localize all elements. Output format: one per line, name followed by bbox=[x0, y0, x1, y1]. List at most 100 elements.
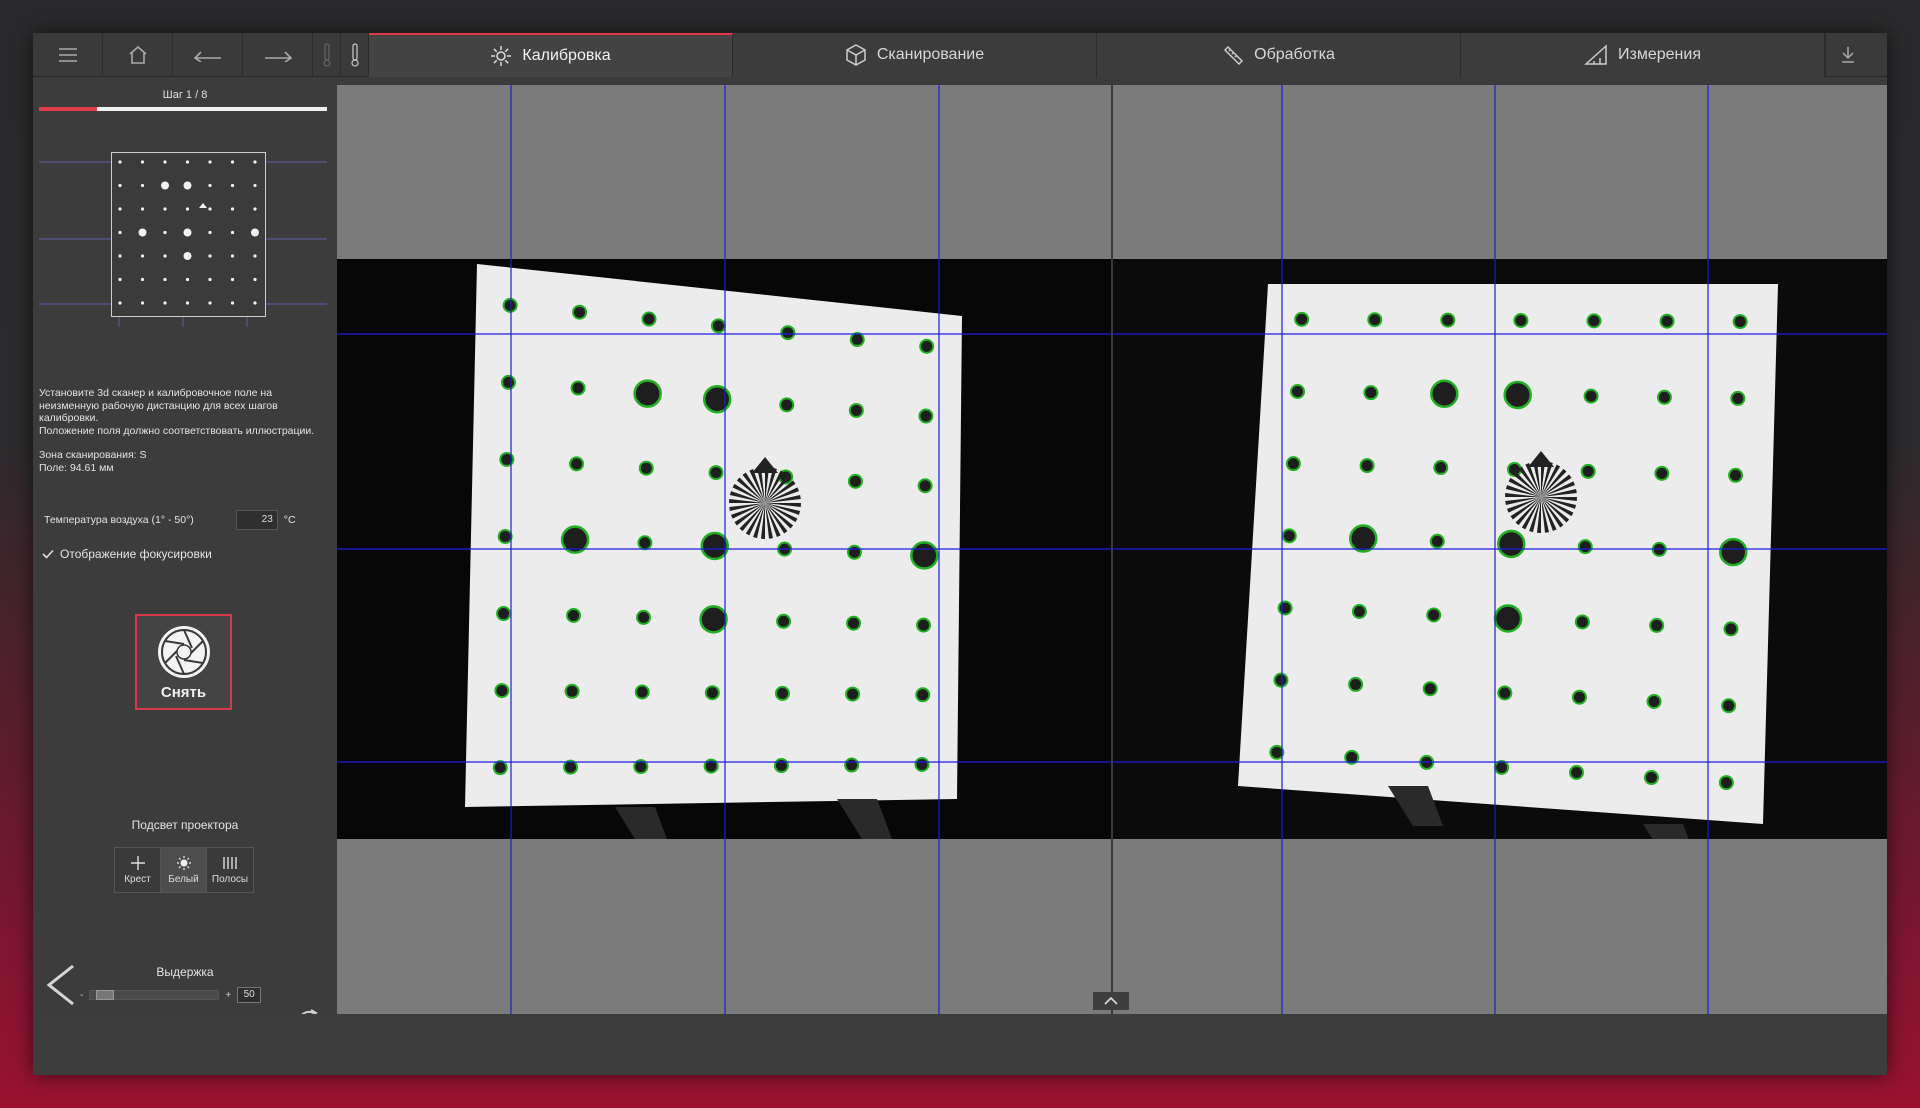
thumb-dot bbox=[163, 254, 167, 258]
thumb-dot bbox=[183, 181, 192, 190]
capture-button-label: Снять bbox=[160, 683, 207, 701]
field-size-line: Поле: 94.61 мм bbox=[39, 461, 114, 474]
thumb-dot bbox=[138, 228, 147, 237]
thumb-dot bbox=[140, 183, 145, 188]
instruction-line: Положение поля должно соответствовать ил… bbox=[39, 424, 315, 437]
focus-display-label: Отображение фокусировки bbox=[60, 547, 212, 561]
tab-processing[interactable]: Обработка bbox=[1097, 33, 1461, 77]
thumb-dot bbox=[163, 230, 167, 235]
thumb-dot bbox=[183, 228, 192, 237]
thumb-dot bbox=[163, 277, 167, 282]
sun-icon bbox=[176, 856, 191, 870]
calibration-plate-thumbnail bbox=[111, 152, 266, 317]
menu-button[interactable] bbox=[33, 33, 103, 77]
thumb-dot bbox=[185, 277, 190, 282]
thumb-dot bbox=[118, 183, 122, 188]
thumb-dot bbox=[163, 160, 167, 164]
exposure-increase-button[interactable]: + bbox=[225, 990, 231, 1001]
thumb-dot bbox=[185, 207, 190, 211]
thumb-dot bbox=[230, 183, 235, 188]
cube-icon bbox=[846, 44, 866, 66]
thumb-dot bbox=[208, 160, 212, 164]
thumb-dot bbox=[253, 183, 257, 188]
undo-button[interactable] bbox=[173, 33, 243, 77]
calibration-illustration bbox=[39, 152, 327, 327]
temperature-input[interactable]: 23 bbox=[235, 510, 278, 530]
checkmark-icon bbox=[42, 549, 54, 559]
exposure-decrease-button[interactable]: - bbox=[80, 990, 83, 1001]
thumb-dot bbox=[118, 160, 122, 164]
tab-scanning-label: Сканирование bbox=[876, 46, 985, 63]
undo-icon bbox=[193, 51, 221, 62]
aperture-icon bbox=[157, 625, 210, 678]
home-button[interactable] bbox=[103, 33, 173, 77]
thumb-dot bbox=[161, 181, 169, 190]
thumb-dot bbox=[140, 254, 145, 258]
tab-processing-label: Обработка bbox=[1254, 46, 1335, 63]
capture-button[interactable]: Снять bbox=[135, 614, 232, 710]
camera-divider bbox=[1111, 85, 1113, 1014]
projector-cross-button[interactable]: Крест bbox=[115, 848, 161, 892]
download-button[interactable] bbox=[1825, 33, 1869, 77]
thumb-dot bbox=[230, 207, 235, 211]
thumb-dot bbox=[230, 230, 235, 235]
scan-zone-info: Зона сканирования: S Поле: 94.61 мм bbox=[39, 449, 146, 474]
redo-icon bbox=[264, 51, 292, 62]
temperature-high-indicator bbox=[341, 33, 369, 77]
temperature-row: Температура воздуха (1° - 50°) 23 °C bbox=[44, 509, 329, 531]
top-toolbar: Калибровка Сканирование Обработка Измере… bbox=[33, 33, 1887, 77]
thumb-dot bbox=[140, 207, 145, 211]
stripes-icon bbox=[223, 857, 237, 869]
thumb-dot bbox=[230, 301, 235, 305]
thumb-dot bbox=[253, 254, 257, 258]
thumb-dot bbox=[118, 301, 122, 305]
calibration-sidebar: Шаг 1 / 8 Установите 3d сканер и калибро… bbox=[33, 77, 337, 1075]
projector-cross-label: Крест bbox=[124, 874, 151, 885]
thumb-dot bbox=[118, 254, 122, 258]
projector-stripes-label: Полосы bbox=[211, 874, 249, 885]
instruction-line: калибровки. bbox=[39, 412, 99, 424]
camera-viewer bbox=[337, 85, 1887, 1014]
exposure-title: Выдержка bbox=[156, 965, 214, 979]
tab-calibration-label: Калибровка bbox=[522, 47, 611, 64]
menu-icon bbox=[58, 48, 77, 62]
cross-icon bbox=[130, 856, 145, 870]
chevron-up-icon bbox=[1104, 997, 1118, 1005]
exposure-slider-handle[interactable] bbox=[95, 990, 114, 1000]
thumb-dot bbox=[118, 277, 122, 282]
triangle-ruler-icon bbox=[1584, 44, 1607, 65]
step-progress-fill bbox=[39, 107, 97, 111]
focus-display-checkbox[interactable]: Отображение фокусировки bbox=[42, 547, 212, 561]
instructions-text: Установите 3d сканер и калибровочное пол… bbox=[39, 387, 335, 437]
thumb-dot bbox=[140, 301, 145, 305]
thumb-dot bbox=[183, 252, 192, 260]
thumb-dot bbox=[163, 207, 167, 211]
tab-scanning[interactable]: Сканирование bbox=[733, 33, 1097, 77]
thumb-dot bbox=[208, 207, 212, 211]
projector-white-button[interactable]: Белый bbox=[161, 848, 207, 892]
tab-measurements-label: Измерения bbox=[1618, 46, 1701, 63]
projector-stripes-button[interactable]: Полосы bbox=[207, 848, 253, 892]
tab-measurements[interactable]: Измерения bbox=[1461, 33, 1825, 77]
expand-panel-button[interactable] bbox=[1093, 992, 1129, 1010]
thumb-dot bbox=[251, 228, 259, 237]
bottom-panel bbox=[33, 1014, 1887, 1075]
thumb-marker bbox=[199, 203, 207, 208]
thumb-dot bbox=[253, 207, 257, 211]
step-progress-bar bbox=[39, 107, 327, 111]
thumb-dot bbox=[230, 254, 235, 258]
exposure-slider[interactable] bbox=[89, 990, 220, 1000]
thumb-dot bbox=[253, 301, 257, 305]
thumb-dot bbox=[253, 160, 257, 164]
tab-calibration[interactable]: Калибровка bbox=[369, 33, 733, 77]
thumb-dot bbox=[163, 301, 167, 305]
exposure-value-input[interactable]: 50 bbox=[237, 987, 262, 1003]
step-label: Шаг 1 / 8 bbox=[162, 89, 208, 101]
instruction-line: Установите 3d сканер и калибровочное пол… bbox=[39, 387, 273, 399]
download-icon bbox=[1841, 47, 1854, 63]
thumb-dot bbox=[140, 277, 145, 282]
scan-zone-line: Зона сканирования: S bbox=[39, 449, 147, 461]
thermometer-high-icon bbox=[350, 43, 359, 67]
thumb-dot bbox=[208, 230, 212, 235]
redo-button[interactable] bbox=[243, 33, 313, 77]
